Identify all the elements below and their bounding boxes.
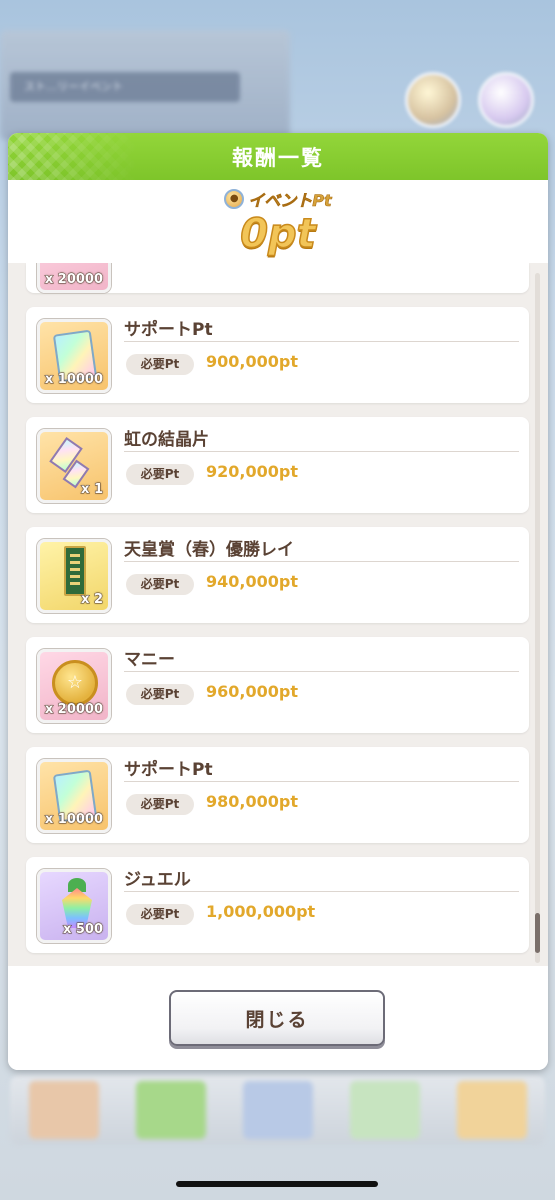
required-pt-badge: 必要Pt [126,354,194,375]
reward-list-item: x 10000 サポートPt 必要Pt 980,000pt [26,747,529,843]
background-bottom-menu [10,1075,545,1145]
reward-list-item: ☆ x 20000 マニー 必要Pt 960,000pt [26,637,529,733]
scrollbar-track[interactable] [535,273,540,963]
item-quantity: x 1 [81,482,104,498]
dialog-footer: 閉じる [8,966,548,1070]
item-quantity: x 20000 [44,272,103,288]
support-pt-card-icon: x 10000 [37,319,111,393]
required-pt-badge: 必要Pt [126,464,194,485]
dialog-title: 報酬一覧 [232,145,324,170]
scrollbar-thumb[interactable] [535,913,540,953]
event-pt-label: イベントPt [248,191,332,211]
item-name: サポートPt [124,760,213,780]
reward-list[interactable]: x 20000 x 10000 サポートPt 必要Pt 900,000pt x … [8,263,548,966]
item-divider [124,561,519,562]
required-pt-value: 920,000pt [206,462,298,481]
reward-list-item: x 10000 サポートPt 必要Pt 900,000pt [26,307,529,403]
required-pt-badge: 必要Pt [126,904,194,925]
dialog-header: 報酬一覧 [8,133,548,180]
item-divider [124,671,519,672]
item-quantity: x 20000 [44,702,103,718]
item-quantity: x 10000 [44,812,103,828]
item-divider [124,891,519,892]
item-name: ジュエル [124,870,191,890]
background-character-badge [478,72,534,128]
close-button[interactable]: 閉じる [169,990,385,1046]
support-pt-card-icon: x 10000 [37,759,111,833]
item-name: 虹の結晶片 [124,430,209,450]
required-pt-badge: 必要Pt [126,574,194,595]
item-quantity: x 2 [81,592,104,608]
reward-list-item: x 20000 [26,263,529,293]
rainbow-crystal-icon: x 1 [37,429,111,503]
background-banner: スト…リーイベント [10,72,240,102]
item-name: マニー [124,650,175,670]
money-coin-icon: ☆ x 20000 [37,649,111,723]
item-divider [124,341,519,342]
jewel-icon: x 500 [37,869,111,943]
required-pt-value: 960,000pt [206,682,298,701]
reward-list-item: x 1 虹の結晶片 必要Pt 920,000pt [26,417,529,513]
money-coin-icon: x 20000 [37,263,111,293]
item-divider [124,781,519,782]
reward-list-item: x 2 天皇賞（春）優勝レイ 必要Pt 940,000pt [26,527,529,623]
required-pt-badge: 必要Pt [126,684,194,705]
required-pt-value: 1,000,000pt [206,902,316,921]
event-points-display: ● イベントPt 0pt [8,180,548,263]
item-name: サポートPt [124,320,213,340]
rewards-dialog: 報酬一覧 ● イベントPt 0pt x 20000 x 10000 サポートPt… [8,133,548,1070]
victory-lei-icon: x 2 [37,539,111,613]
item-quantity: x 10000 [44,372,103,388]
required-pt-value: 940,000pt [206,572,298,591]
required-pt-badge: 必要Pt [126,794,194,815]
item-name: 天皇賞（春）優勝レイ [124,540,294,560]
home-indicator[interactable] [176,1181,378,1187]
background-character-badge [405,72,461,128]
required-pt-value: 980,000pt [206,792,298,811]
reward-list-item: x 500 ジュエル 必要Pt 1,000,000pt [26,857,529,953]
event-pt-value: 0pt [239,210,316,258]
required-pt-value: 900,000pt [206,352,298,371]
event-pt-icon: ● [224,189,245,209]
item-quantity: x 500 [62,922,103,938]
item-divider [124,451,519,452]
